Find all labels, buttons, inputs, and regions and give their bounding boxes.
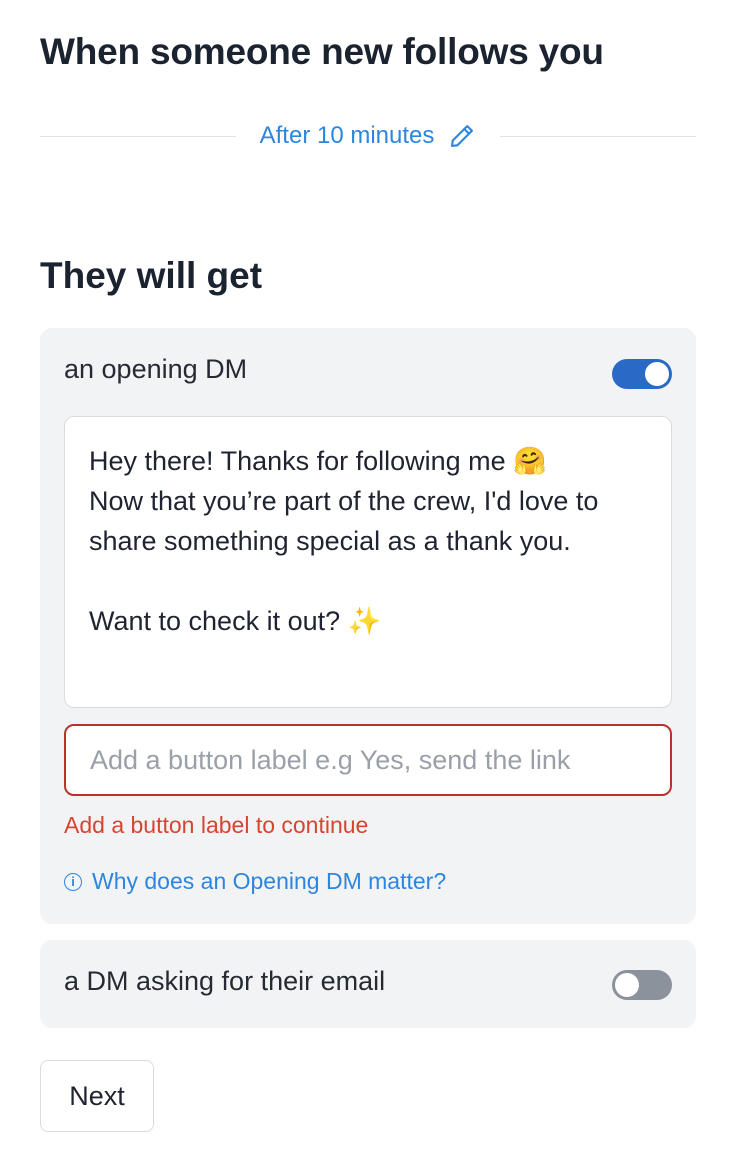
opening-dm-toggle[interactable] bbox=[612, 359, 672, 389]
pencil-icon bbox=[448, 122, 476, 150]
toggle-knob bbox=[645, 362, 669, 386]
button-label-input[interactable] bbox=[64, 724, 672, 796]
delay-row: After 10 minutes bbox=[40, 112, 696, 160]
email-dm-card: a DM asking for their email bbox=[40, 940, 696, 1028]
next-button[interactable]: Next bbox=[40, 1060, 154, 1132]
delay-label: After 10 minutes bbox=[259, 122, 435, 149]
info-icon: i bbox=[64, 872, 82, 891]
page-title: When someone new follows you bbox=[40, 31, 604, 72]
toggle-knob bbox=[615, 973, 639, 997]
divider-left bbox=[40, 135, 236, 137]
opening-dm-label: an opening DM bbox=[64, 354, 248, 384]
email-dm-toggle[interactable] bbox=[612, 970, 672, 1000]
help-link-label: Why does an Opening DM matter? bbox=[92, 868, 447, 894]
section-title: They will get bbox=[40, 255, 263, 296]
opening-dm-help-link[interactable]: i Why does an Opening DM matter? bbox=[64, 868, 446, 895]
email-dm-label: a DM asking for their email bbox=[64, 966, 386, 996]
button-label-error: Add a button label to continue bbox=[64, 812, 369, 838]
edit-delay-link[interactable]: After 10 minutes bbox=[236, 122, 501, 150]
opening-dm-message[interactable]: Hey there! Thanks for following me 🤗 Now… bbox=[64, 416, 672, 708]
divider-right bbox=[500, 135, 696, 137]
opening-dm-card: an opening DM Hey there! Thanks for foll… bbox=[40, 328, 696, 924]
